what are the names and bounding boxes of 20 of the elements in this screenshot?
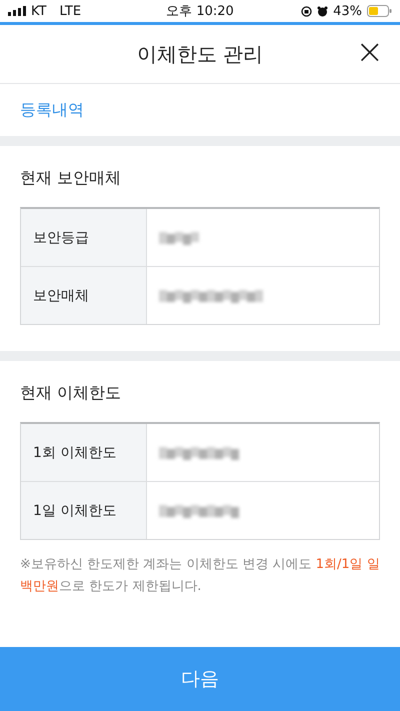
limit-notice: ※보유하신 한도제한 계좌는 이체한도 변경 시에도 1회/1일 일 백만원으로 한도가 제한됩니다. (20, 556, 380, 596)
battery-icon (366, 5, 392, 17)
clock: 오후 10:20 (166, 3, 234, 20)
carrier-name: KT (31, 4, 46, 18)
row-label: 1일 이체한도 (21, 482, 147, 539)
next-button[interactable]: 다음 (0, 647, 400, 711)
network-type: LTE (59, 4, 82, 18)
section-title: 현재 보안매체 (20, 168, 122, 189)
row-label: 보안매체 (21, 267, 147, 324)
history-link[interactable]: 등록내역 (20, 100, 84, 120)
close-button[interactable]: × (356, 37, 384, 67)
signal-icon (8, 6, 26, 16)
row-label: 1회 이체한도 (21, 424, 147, 481)
page-title: 이체한도 관리 (136, 40, 264, 68)
row-label: 보안등급 (21, 209, 147, 266)
section-title: 현재 이체한도 (20, 383, 122, 404)
battery-percent: 43% (333, 4, 362, 18)
alarm-icon (317, 6, 328, 16)
rotation-lock-icon (301, 6, 312, 16)
blurred-value (159, 230, 199, 244)
